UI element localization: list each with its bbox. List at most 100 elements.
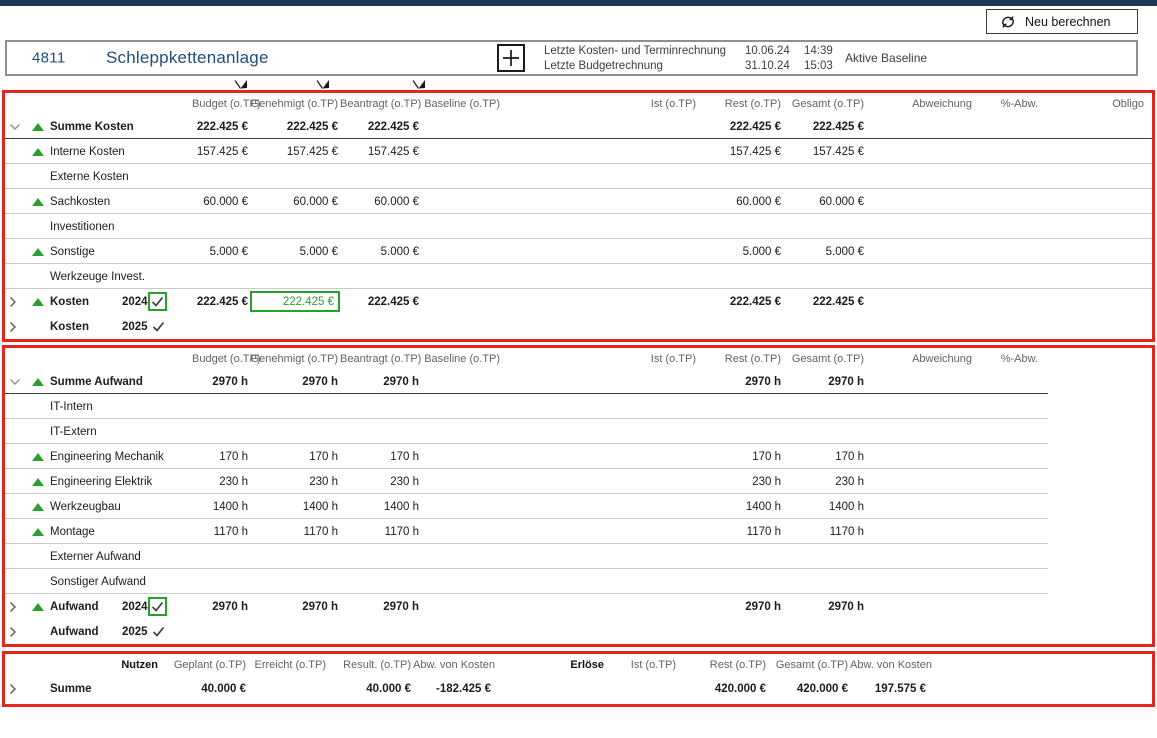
cell-gesamt: 1170 h xyxy=(783,526,866,538)
trend-cell xyxy=(23,298,50,306)
cell-genehmigt: 170 h xyxy=(250,451,340,463)
column-filter-row xyxy=(0,76,1157,90)
column-header-obligo: Obligo xyxy=(1040,98,1146,110)
collapse-chevron-icon[interactable] xyxy=(5,378,23,386)
project-header: 4811 Schleppkettenanlage Letzte Kosten- … xyxy=(5,40,1138,76)
cell-genehmigt: 157.425 € xyxy=(250,146,340,158)
cell-gesamt: 420.000 € xyxy=(768,683,850,695)
trend-up-icon xyxy=(32,378,44,386)
cell-beantragt: 60.000 € xyxy=(340,196,421,208)
row-label: IT-Intern xyxy=(50,401,192,413)
collapse-chevron-icon[interactable] xyxy=(5,123,23,131)
row-label: Externe Kosten xyxy=(50,171,192,183)
trend-up-icon xyxy=(32,528,44,536)
expand-plus-button[interactable] xyxy=(497,44,525,72)
cell-budget: 1400 h xyxy=(192,501,250,513)
cell-beantragt: 222.425 € xyxy=(340,121,421,133)
page: { "colors": {"navy_bar":"#1c3a57","red_b… xyxy=(0,0,1157,738)
table-header-row: Budget (o.TP)Genehmigt (o.TP)Beantragt (… xyxy=(5,348,1152,369)
cell-beantragt: 1170 h xyxy=(340,526,421,538)
highlighted-cell-genehmigt[interactable]: 222.425 € xyxy=(250,291,340,312)
table-row: Summe40.000 €40.000 €-182.425 €420.000 €… xyxy=(5,676,1152,701)
year-label: 2024 xyxy=(120,601,148,613)
cell-gesamt: 2970 h xyxy=(783,601,866,613)
info-time-budget-calc: 15:03 xyxy=(804,59,833,74)
cell-gesamt: 60.000 € xyxy=(783,196,866,208)
cell-rest: 420.000 € xyxy=(678,683,768,695)
column-header-nutzen: Nutzen xyxy=(50,659,160,671)
cell-genehmigt: 60.000 € xyxy=(250,196,340,208)
cell-rest: 5.000 € xyxy=(698,246,783,258)
trend-cell xyxy=(23,378,50,386)
check-icon[interactable] xyxy=(152,626,165,637)
info-label-cost-calc: Letzte Kosten- und Terminrechnung xyxy=(544,44,726,59)
plus-icon xyxy=(501,48,521,68)
row-label: Summe xyxy=(50,683,160,695)
column-header-beantragt: Beantragt (o.TP) xyxy=(340,353,421,365)
column-header-erl-se: Erlöse xyxy=(493,659,606,671)
expand-chevron-icon[interactable] xyxy=(5,683,23,695)
cell-gesamt: 222.425 € xyxy=(783,296,866,308)
calc-info-dates: 10.06.24 31.10.24 xyxy=(745,44,790,74)
row-label: Engineering Elektrik xyxy=(50,476,192,488)
table-row: Summe Aufwand2970 h2970 h2970 h2970 h297… xyxy=(5,369,1152,394)
trend-up-icon xyxy=(32,148,44,156)
refresh-icon xyxy=(1000,14,1016,30)
column-header-ist: Ist (o.TP) xyxy=(502,353,698,365)
cell-gesamt: 170 h xyxy=(783,451,866,463)
column-header-pabw: %-Abw. xyxy=(974,353,1040,365)
row-label: Werkzeugbau xyxy=(50,501,192,513)
cell-rest: 170 h xyxy=(698,451,783,463)
column-header-rest-o-tp-: Rest (o.TP) xyxy=(678,659,768,671)
table-row: Externe Kosten xyxy=(5,164,1152,189)
table-row: Engineering Elektrik230 h230 h230 h230 h… xyxy=(5,469,1152,494)
info-label-budget-calc: Letzte Budgetrechnung xyxy=(544,59,726,74)
column-header-ist-o-tp-: Ist (o.TP) xyxy=(606,659,678,671)
benefit-table: NutzenGeplant (o.TP)Erreicht (o.TP)Resul… xyxy=(2,651,1155,707)
row-label: Kosten xyxy=(50,296,120,308)
trend-up-icon xyxy=(32,478,44,486)
row-label: Aufwand xyxy=(50,626,120,638)
trend-cell xyxy=(23,123,50,131)
cell-budget: 1170 h xyxy=(192,526,250,538)
checkbox-cell xyxy=(148,292,192,311)
column-header-geplant-o-tp-: Geplant (o.TP) xyxy=(160,659,248,671)
trend-cell xyxy=(23,198,50,206)
year-checkbox[interactable] xyxy=(148,292,167,311)
checkbox-cell xyxy=(148,626,192,637)
row-label: Werkzeuge Invest. xyxy=(50,271,192,283)
trend-cell xyxy=(23,503,50,511)
check-icon[interactable] xyxy=(152,321,165,332)
trend-up-icon xyxy=(32,298,44,306)
table-row: Aufwand2025 xyxy=(5,619,1152,644)
column-header-rest: Rest (o.TP) xyxy=(698,353,783,365)
row-label: Summe Aufwand xyxy=(50,376,192,388)
cell-rest: 2970 h xyxy=(698,376,783,388)
cell-genehmigt: 222.425 € xyxy=(250,121,340,133)
checkbox-cell xyxy=(148,597,192,616)
effort-table: Budget (o.TP)Genehmigt (o.TP)Beantragt (… xyxy=(2,345,1155,647)
column-header-budget: Budget (o.TP) xyxy=(192,353,250,365)
column-header-baseline: Baseline (o.TP) xyxy=(421,353,502,365)
expand-chevron-icon[interactable] xyxy=(5,601,23,613)
column-header-abweichung: Abweichung xyxy=(866,353,974,365)
info-date-cost-calc: 10.06.24 xyxy=(745,44,790,59)
table-row: Externer Aufwand xyxy=(5,544,1152,569)
cell-beantragt: 2970 h xyxy=(340,601,421,613)
checkbox-cell xyxy=(148,321,192,332)
expand-chevron-icon[interactable] xyxy=(5,321,23,333)
recalculate-button[interactable]: Neu berechnen xyxy=(986,9,1138,34)
column-header-erreicht-o-tp-: Erreicht (o.TP) xyxy=(248,659,328,671)
column-header-beantragt: Beantragt (o.TP) xyxy=(340,98,421,110)
expand-chevron-icon[interactable] xyxy=(5,296,23,308)
trend-cell xyxy=(23,603,50,611)
table-row: IT-Extern xyxy=(5,419,1152,444)
calc-info-labels: Letzte Kosten- und Terminrechnung Letzte… xyxy=(544,44,726,74)
table-row: Summe Kosten222.425 €222.425 €222.425 €2… xyxy=(5,114,1152,139)
table-row: Aufwand20242970 h2970 h2970 h2970 h2970 … xyxy=(5,594,1152,619)
trend-cell xyxy=(23,453,50,461)
year-checkbox[interactable] xyxy=(148,597,167,616)
trend-up-icon xyxy=(32,503,44,511)
column-header-genehmigt: Genehmigt (o.TP) xyxy=(250,98,340,110)
expand-chevron-icon[interactable] xyxy=(5,626,23,638)
